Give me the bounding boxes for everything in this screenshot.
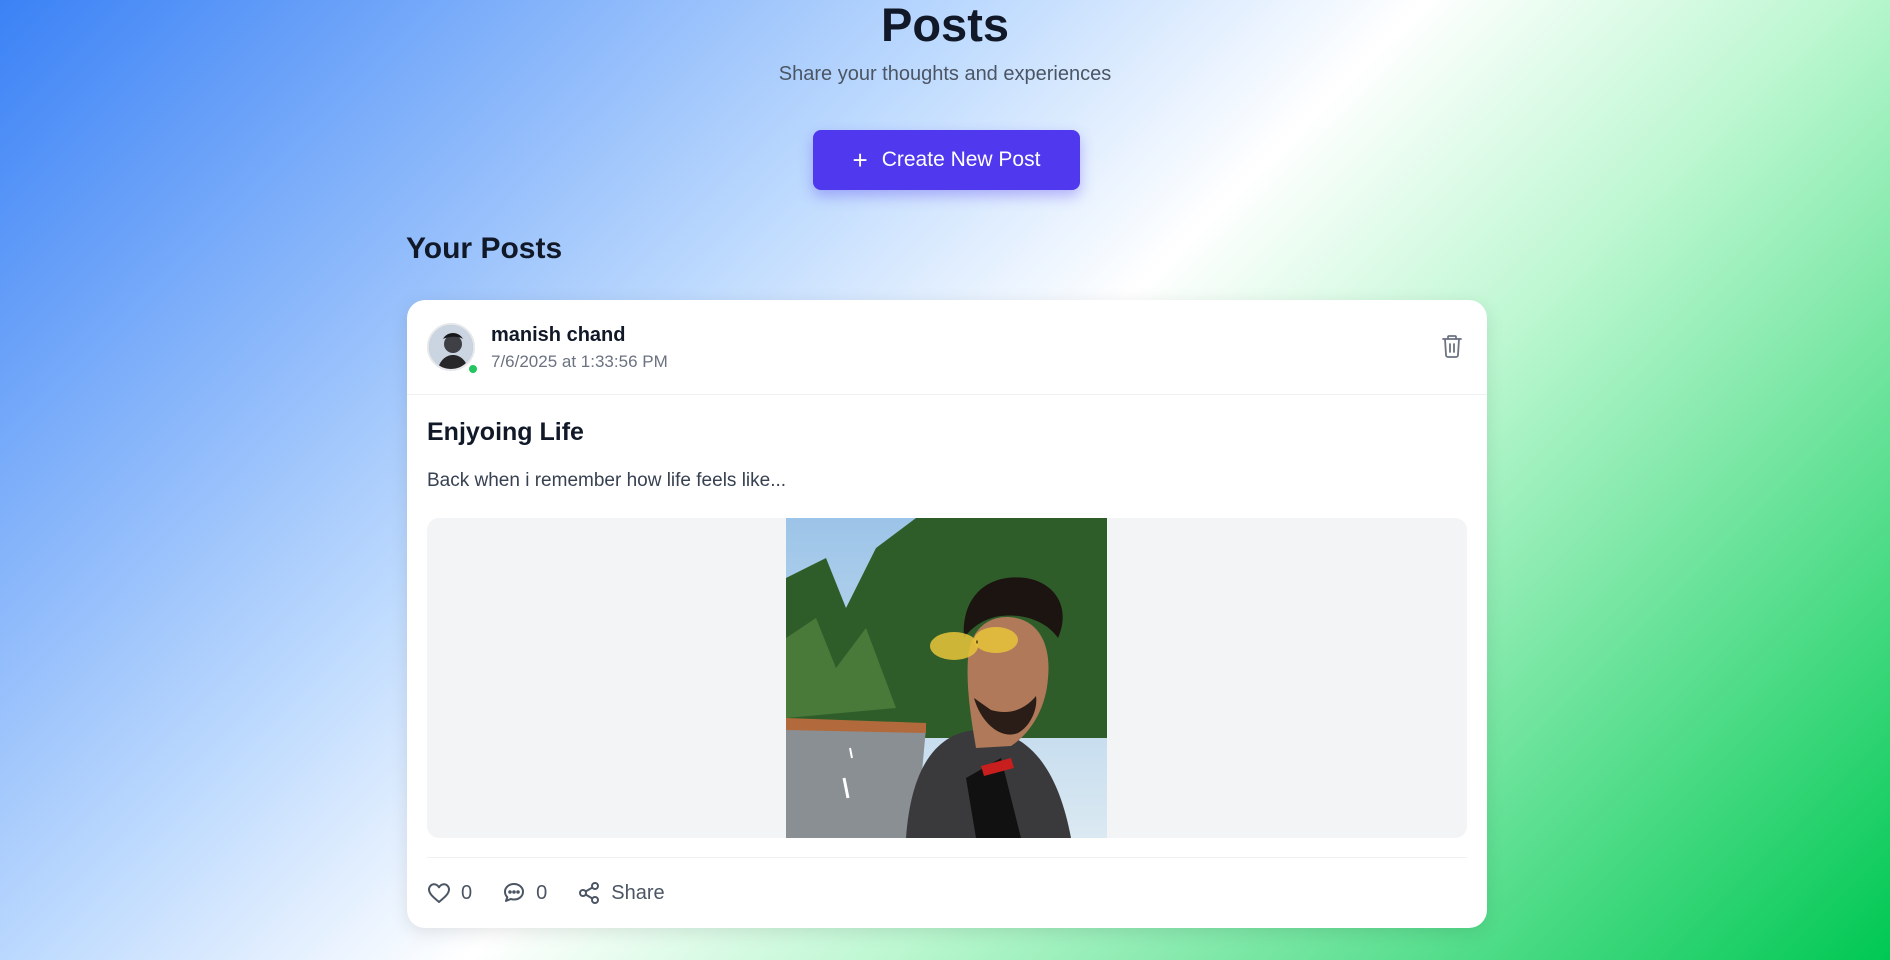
card-divider (427, 857, 1467, 858)
post-actions: 0 0 Share (427, 878, 665, 908)
post-media-container (427, 518, 1467, 838)
page-title: Posts (881, 0, 1009, 51)
section-title: Your Posts (406, 232, 563, 265)
like-button[interactable]: 0 (427, 882, 472, 905)
page-subtitle: Share your thoughts and experiences (778, 63, 1112, 85)
heart-icon (428, 883, 450, 903)
share-button[interactable]: Share (577, 881, 665, 905)
comment-button[interactable]: 0 (502, 881, 547, 905)
comment-icon (504, 883, 525, 902)
comment-count: 0 (536, 881, 548, 904)
author-name[interactable]: manish chand (491, 324, 625, 347)
create-post-button[interactable]: + Create New Post (813, 130, 1080, 190)
like-count: 0 (461, 881, 473, 904)
online-status-indicator (467, 363, 479, 375)
post-body: Back when i remember how life feels like… (427, 470, 787, 491)
share-icon (579, 882, 600, 904)
create-post-label: Create New Post (881, 148, 1041, 171)
post-card: manish chand 7/6/2025 at 1:33:56 PM Enjy… (407, 300, 1487, 928)
post-header: manish chand 7/6/2025 at 1:33:56 PM (407, 300, 1487, 395)
plus-icon: + (852, 145, 868, 175)
post-image[interactable] (786, 518, 1107, 838)
post-title: Enjyoing Life (427, 418, 584, 446)
trash-icon[interactable] (1441, 334, 1465, 360)
share-label: Share (611, 881, 665, 904)
post-timestamp: 7/6/2025 at 1:33:56 PM (491, 352, 668, 371)
